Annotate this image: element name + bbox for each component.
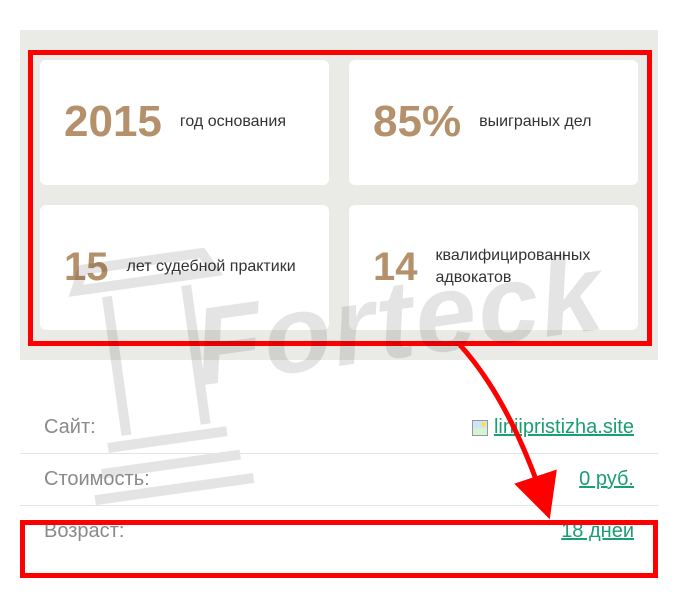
stat-label: выиграных дел xyxy=(479,111,591,133)
info-label-site: Сайт: xyxy=(44,416,96,439)
stats-panel: 2015 год основания 85% выиграных дел 15 … xyxy=(20,30,658,360)
stat-number: 14 xyxy=(373,247,418,287)
site-link-text: liniipristizha.site xyxy=(494,416,634,439)
cost-link[interactable]: 0 руб. xyxy=(579,468,634,491)
broken-image-icon xyxy=(472,420,488,436)
info-row-cost: Стоимость: 0 руб. xyxy=(20,453,658,505)
stat-number: 85% xyxy=(373,100,461,144)
stat-card-lawyers: 14 квалифицированных адвокатов xyxy=(349,205,638,330)
stats-grid: 2015 год основания 85% выиграных дел 15 … xyxy=(40,60,638,330)
stat-number: 2015 xyxy=(64,100,162,144)
stat-card-founding-year: 2015 год основания xyxy=(40,60,329,185)
info-label-cost: Стоимость: xyxy=(44,468,150,491)
stat-number: 15 xyxy=(64,247,109,287)
stat-card-won-cases: 85% выиграных дел xyxy=(349,60,638,185)
site-link[interactable]: liniipristizha.site xyxy=(472,416,634,439)
age-link[interactable]: 18 дней xyxy=(561,520,634,543)
stat-label: лет судебной практики xyxy=(127,256,296,278)
stat-label: квалифицированных адвокатов xyxy=(436,245,615,290)
info-label-age: Возраст: xyxy=(44,520,124,543)
stat-card-years-practice: 15 лет судебной практики xyxy=(40,205,329,330)
stat-label: год основания xyxy=(180,111,286,133)
info-row-age: Возраст: 18 дней xyxy=(20,505,658,557)
info-panel: Сайт: liniipristizha.site Стоимость: 0 р… xyxy=(20,388,658,557)
info-row-site: Сайт: liniipristizha.site xyxy=(20,388,658,453)
